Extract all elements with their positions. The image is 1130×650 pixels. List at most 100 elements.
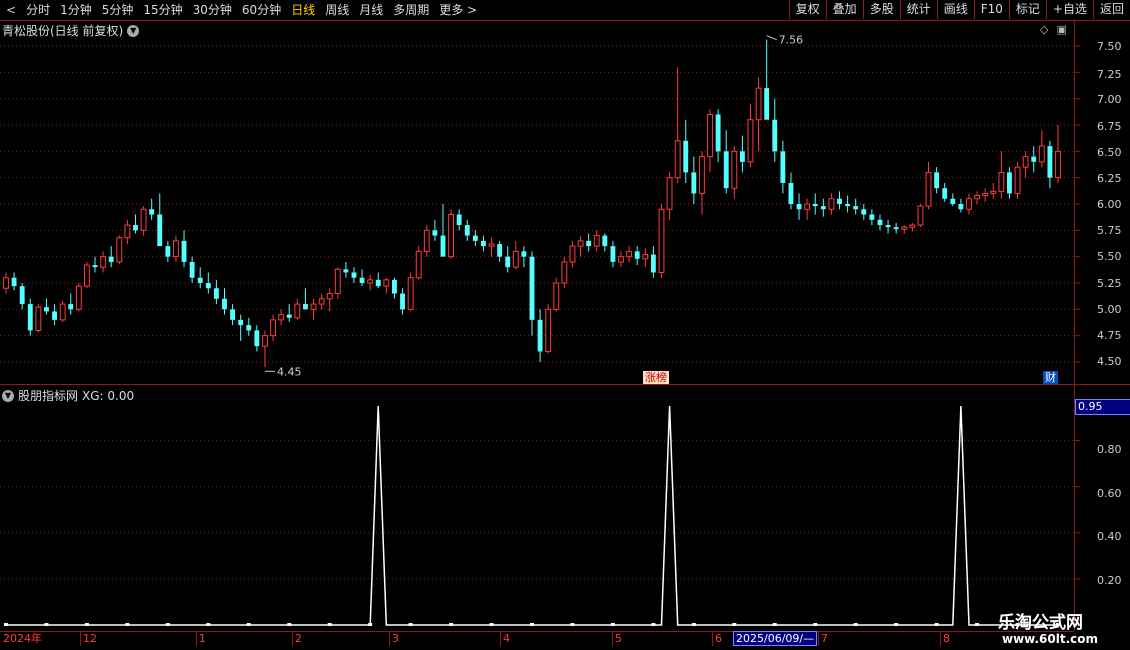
- candle-body: [893, 227, 899, 230]
- candle-body: [488, 243, 495, 247]
- indicator-marker: [853, 623, 858, 626]
- candle-body: [3, 277, 9, 289]
- candle-body: [683, 140, 689, 173]
- candle-body: [553, 282, 560, 310]
- selected-date: 2025/06/09/—: [733, 631, 818, 646]
- candle-body: [666, 177, 673, 210]
- candle-body: [545, 308, 552, 352]
- indicator-marker: [732, 623, 737, 626]
- candle-body: [189, 261, 195, 278]
- candle-body: [440, 235, 446, 257]
- zhangbang-badge[interactable]: 涨榜: [643, 371, 669, 384]
- candle-body: [788, 182, 794, 204]
- candle-body: [165, 246, 171, 257]
- candle-body: [254, 330, 260, 347]
- price-tick-label: 6.75: [1097, 120, 1122, 133]
- price-tick-label: 4.50: [1097, 355, 1122, 368]
- candle-body: [1007, 172, 1012, 194]
- candle-body: [529, 256, 535, 320]
- indicator-marker: [934, 623, 939, 626]
- candle-body: [869, 214, 875, 220]
- candle-body: [432, 230, 438, 236]
- candle-body: [1038, 145, 1045, 163]
- high-price-label: 7.56: [779, 34, 804, 47]
- indicator-marker: [408, 623, 413, 626]
- candle-body: [326, 293, 333, 300]
- candle-body: [610, 246, 616, 262]
- indicator-marker: [570, 623, 575, 626]
- candle-body: [464, 225, 470, 236]
- candle-body: [650, 254, 656, 273]
- indicator-name: 股朋指标网: [18, 389, 79, 403]
- date-divider: [712, 632, 713, 646]
- candle-body: [828, 198, 835, 210]
- price-tick-label: 7.00: [1097, 93, 1122, 106]
- candle-body: [674, 140, 681, 179]
- chevron-down-icon[interactable]: ▼: [2, 389, 14, 402]
- indicator-line: [6, 405, 1058, 626]
- date-divider: [80, 632, 81, 646]
- cai-badge[interactable]: 财: [1043, 371, 1058, 384]
- candle-body: [934, 172, 940, 189]
- candle-body: [642, 254, 649, 260]
- candle-body: [755, 87, 762, 121]
- indicator-marker: [975, 623, 980, 626]
- candle-body: [901, 226, 908, 230]
- indicator-title: ▼ 股朋指标网 XG: 0.00: [2, 387, 134, 404]
- candle-body: [1031, 156, 1037, 162]
- indicator-marker: [813, 623, 818, 626]
- candle-body: [885, 225, 891, 228]
- candle-body: [68, 304, 74, 310]
- candle-body: [602, 235, 608, 247]
- candle-body: [561, 261, 568, 284]
- candle-body: [837, 198, 842, 204]
- date-divider: [500, 632, 501, 646]
- candle-body: [699, 156, 705, 194]
- candle-body: [577, 240, 584, 247]
- candle-body: [982, 192, 989, 197]
- candle-body: [310, 303, 317, 310]
- watermark-url: www.60lt.com: [1002, 632, 1099, 646]
- candle-body: [35, 306, 42, 331]
- candle-body: [739, 151, 745, 162]
- indicator-current-value: 0.95: [1075, 399, 1130, 415]
- indicator-marker: [368, 623, 373, 626]
- candle-body: [917, 205, 924, 226]
- indicator-marker: [287, 623, 292, 626]
- date-label: 12: [83, 632, 97, 645]
- price-tick-label: 6.00: [1097, 198, 1122, 211]
- candle-body: [747, 119, 754, 163]
- date-label: 2024年: [3, 632, 42, 645]
- date-divider: [818, 632, 819, 646]
- indicator-marker: [246, 623, 251, 626]
- date-label: 8: [943, 632, 950, 645]
- candle-body: [812, 204, 818, 207]
- price-tick-label: 5.00: [1097, 303, 1122, 316]
- candle-body: [157, 214, 163, 247]
- candle-body: [246, 325, 252, 331]
- candle-body: [780, 151, 786, 183]
- price-tick-label: 7.25: [1097, 68, 1122, 81]
- candle-body: [278, 314, 285, 321]
- indicator-marker: [165, 623, 170, 626]
- price-tick-label: 6.50: [1097, 146, 1122, 159]
- candle-body: [52, 311, 57, 320]
- date-divider: [389, 632, 390, 646]
- kline-chart[interactable]: 7.56 4.45: [0, 0, 1130, 650]
- price-tick-label: 5.50: [1097, 250, 1122, 263]
- watermark-title: 乐淘公式网: [998, 613, 1083, 633]
- candle-body: [707, 113, 713, 158]
- candle-body: [124, 224, 131, 239]
- date-divider: [612, 632, 613, 646]
- candle-body: [270, 319, 276, 337]
- candle-body: [44, 307, 49, 312]
- candle-body: [27, 304, 33, 331]
- candle-body: [950, 198, 956, 204]
- indicator-tick-label: 0.20: [1097, 574, 1122, 587]
- candle-body: [343, 269, 349, 273]
- candle-body: [213, 288, 219, 299]
- indicator-marker: [84, 623, 89, 626]
- candle-body: [505, 256, 511, 268]
- candle-body: [92, 265, 98, 268]
- price-tick-label: 7.50: [1097, 40, 1122, 53]
